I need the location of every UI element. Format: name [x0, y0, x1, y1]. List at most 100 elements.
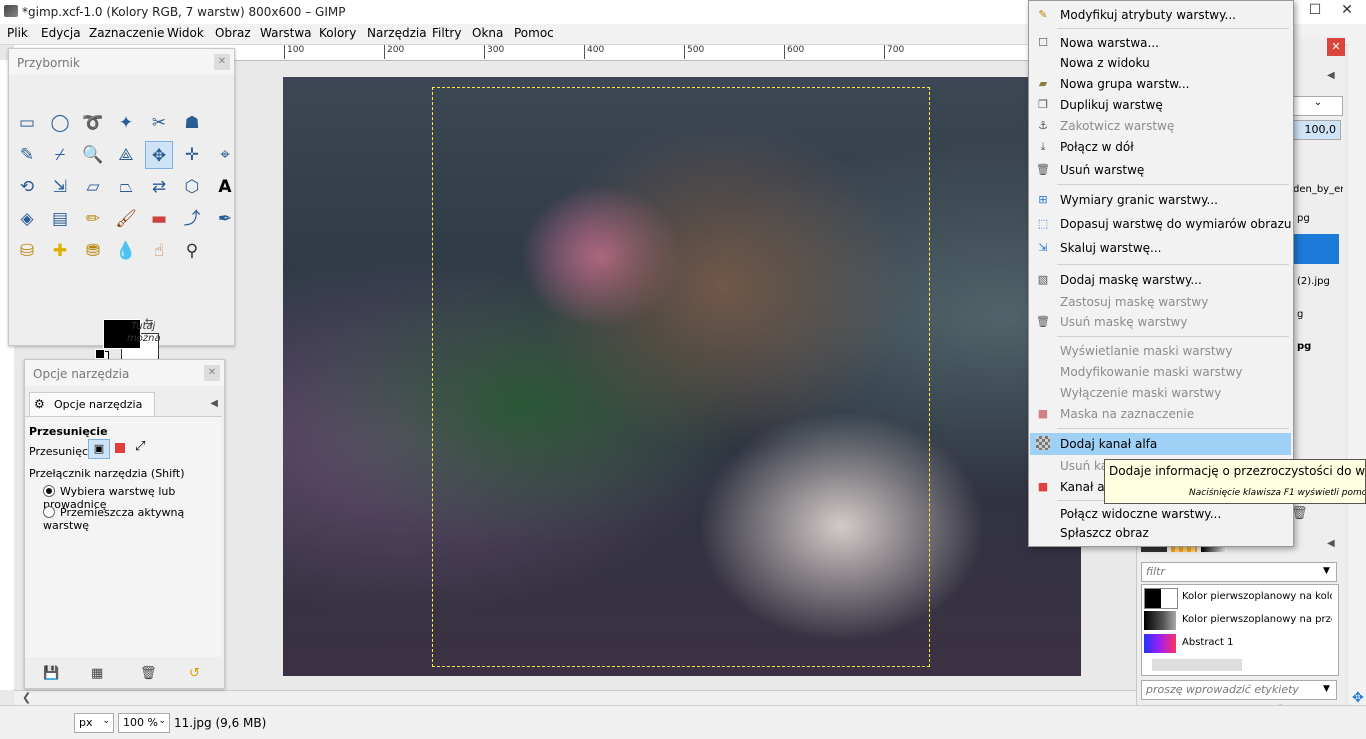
close-window-button[interactable]: ✕ [1332, 2, 1362, 18]
menu-narzedzia[interactable]: Narzędzia [367, 26, 427, 40]
menu-obraz[interactable]: Obraz [215, 26, 251, 40]
fuzzy-select-icon[interactable]: ✦ [112, 109, 140, 137]
menu-item-edit-attributes[interactable]: ✎ Modyfikuj atrybuty warstwy... [1030, 5, 1291, 25]
dock-close-button[interactable]: ✕ [1327, 38, 1345, 56]
ink-icon[interactable]: ✒ [211, 205, 239, 233]
move-path-mode-icon[interactable]: ⤢ [135, 439, 145, 454]
gradient-tab-menu-icon[interactable]: ◀ [1327, 538, 1335, 549]
measure-icon[interactable]: ⟁ [112, 141, 140, 169]
menu-item-new-layer-group[interactable]: ▰ Nowa grupa warstw... [1030, 74, 1291, 94]
tab-menu-icon[interactable]: ◀ [210, 398, 218, 409]
menu-widok[interactable]: Widok [167, 26, 204, 40]
zoom-icon[interactable]: 🔍 [79, 141, 107, 169]
menu-item-show-layer-mask[interactable]: Wyświetlanie maski warstwy [1030, 341, 1291, 361]
list-item[interactable]: Kolor pierwszoplanowy na prze [1144, 610, 1334, 631]
menu-filtry[interactable]: Filtry [432, 26, 461, 40]
tags-dropdown-icon[interactable]: ▼ [1323, 684, 1330, 694]
menu-item-apply-layer-mask[interactable]: Zastosuj maskę warstwy [1030, 292, 1291, 312]
menu-item-merge-down[interactable]: ⤓ Połącz w dół [1030, 137, 1291, 157]
menu-pomoc[interactable]: Pomoc [514, 26, 554, 40]
gradient-icon[interactable]: ▤ [46, 205, 74, 233]
menu-item-duplicate-layer[interactable]: ❐ Duplikuj warstwę [1030, 95, 1291, 115]
flip-icon[interactable]: ⇄ [145, 173, 173, 201]
scroll-left-icon[interactable]: ❮ [22, 691, 31, 704]
paintbrush-icon[interactable]: 🖌 [112, 205, 140, 233]
menu-item-merge-visible[interactable]: Połącz widoczne warstwy... [1030, 504, 1291, 524]
menu-zaznaczenie[interactable]: Zaznaczenie [89, 26, 164, 40]
move-selection-mode-icon[interactable] [115, 443, 125, 453]
menu-item-delete-layer[interactable]: 🗑 Usuń warstwę [1030, 160, 1291, 180]
selected-layer-row[interactable] [1293, 234, 1339, 264]
heal-icon[interactable]: ✚ [46, 237, 74, 265]
menu-kolory[interactable]: Kolory [319, 26, 356, 40]
scale-icon[interactable]: ⇲ [46, 173, 74, 201]
maximize-button[interactable]: ☐ [1300, 2, 1330, 18]
menu-plik[interactable]: Plik [7, 26, 28, 40]
menu-item-scale-layer[interactable]: ⇲ Skaluj warstwę... [1030, 238, 1291, 258]
perspective-icon[interactable]: ⏢ [112, 173, 140, 201]
opacity-field[interactable]: 100,0 [1293, 120, 1341, 140]
horizontal-scrollbar[interactable]: ❮ [14, 690, 1136, 705]
bucket-fill-icon[interactable]: ◈ [13, 205, 41, 233]
paths-icon[interactable]: ✎ [13, 141, 41, 169]
menu-item-edit-layer-mask[interactable]: Modyfikowanie maski warstwy [1030, 362, 1291, 382]
unit-select[interactable]: px ⌄ [74, 713, 114, 733]
free-select-icon[interactable]: ➰ [79, 109, 107, 137]
scissors-icon[interactable]: ✂ [145, 109, 173, 137]
gradient-list-scrollbar[interactable] [1152, 659, 1242, 671]
menu-item-flatten-image[interactable]: Spłaszcz obraz [1030, 523, 1291, 543]
tool-options-close-button[interactable]: ✕ [204, 365, 220, 381]
dock-tab-menu-icon[interactable]: ◀ [1327, 70, 1335, 81]
cage-transform-icon[interactable]: ⬡ [178, 173, 206, 201]
tab-tool-options[interactable]: ⚙ Opcje narzędzia [29, 392, 155, 417]
menu-item-add-alpha-channel[interactable]: Dodaj kanał alfa [1030, 433, 1291, 455]
menu-warstwa[interactable]: Warstwa [260, 26, 312, 40]
delete-options-icon[interactable]: 🗑 [140, 666, 157, 681]
shear-icon[interactable]: ▱ [79, 173, 107, 201]
menu-item-layer-to-image-size[interactable]: ⬚ Dopasuj warstwę do wymiarów obrazu [1030, 214, 1292, 234]
toolbox-close-button[interactable]: ✕ [214, 54, 230, 70]
gradient-filter-input[interactable]: filtr [1141, 562, 1337, 582]
menu-item-delete-layer-mask[interactable]: 🗑 Usuń maskę warstwy [1030, 312, 1291, 332]
menu-item-new-from-visible[interactable]: Nowa z widoku [1030, 53, 1291, 73]
pencil-icon[interactable]: ✏ [79, 205, 107, 233]
mode-dropdown[interactable]: ⌄ [1293, 96, 1343, 116]
move-tool-icon[interactable]: ✥ [145, 141, 173, 169]
color-picker-icon[interactable]: ⌿ [46, 141, 74, 169]
perspective-clone-icon[interactable]: ⛃ [79, 237, 107, 265]
menu-okna[interactable]: Okna [472, 26, 503, 40]
tags-input[interactable]: proszę wprowadzić etykiety [1141, 680, 1337, 700]
list-item[interactable]: Abstract 1 [1144, 633, 1334, 654]
smudge-icon[interactable]: ☝ [145, 237, 173, 265]
rect-select-icon[interactable]: ▭ [13, 109, 41, 137]
menu-item-new-layer[interactable]: ☐ Nowa warstwa... [1030, 33, 1291, 53]
menu-item-disable-layer-mask[interactable]: Wyłączenie maski warstwy [1030, 383, 1291, 403]
airbrush-icon[interactable]: ⤴ [178, 205, 206, 233]
eraser-icon[interactable]: ▬ [145, 205, 173, 233]
filter-dropdown-icon[interactable]: ▼ [1323, 566, 1330, 576]
dodge-burn-icon[interactable]: ⚲ [178, 237, 206, 265]
menu-item-mask-to-selection[interactable]: ■ Maska na zaznaczenie [1030, 404, 1291, 424]
radio-move-active[interactable]: Przemieszcza aktywną warstwę [43, 506, 222, 532]
navigate-icon[interactable]: ✥ [1352, 690, 1364, 706]
move-layer-mode-icon[interactable]: ▣ [88, 439, 110, 459]
save-options-icon[interactable]: 💾 [43, 666, 59, 681]
clone-icon[interactable]: ⛁ [13, 237, 41, 265]
blur-icon[interactable]: 💧 [112, 237, 140, 265]
text-tool-icon[interactable]: A [211, 173, 239, 201]
menu-item-add-layer-mask[interactable]: ▧ Dodaj maskę warstwy... [1030, 270, 1291, 290]
foreground-select-icon[interactable]: ☗ [178, 109, 206, 137]
menu-item-anchor-layer[interactable]: ⚓ Zakotwicz warstwę [1030, 116, 1291, 136]
ellipse-select-icon[interactable]: ◯ [46, 109, 74, 137]
reset-options-icon[interactable]: ↺ [189, 666, 200, 681]
menu-edycja[interactable]: Edycja [41, 26, 81, 40]
list-item[interactable]: Kolor pierwszoplanowy na kolo [1144, 587, 1334, 609]
restore-options-icon[interactable]: ▦ [91, 666, 103, 681]
menu-item-layer-boundary-size[interactable]: ⊞ Wymiary granic warstwy... [1030, 190, 1291, 210]
crop-icon[interactable]: ⌖ [211, 141, 239, 169]
gradient-list[interactable]: Kolor pierwszoplanowy na kolo Kolor pier… [1141, 584, 1339, 676]
zoom-select[interactable]: 100 % ⌄ [118, 713, 170, 733]
rotate-icon[interactable]: ⟲ [13, 173, 41, 201]
align-icon[interactable]: ✛ [178, 141, 206, 169]
default-colors-icon[interactable] [95, 349, 105, 359]
